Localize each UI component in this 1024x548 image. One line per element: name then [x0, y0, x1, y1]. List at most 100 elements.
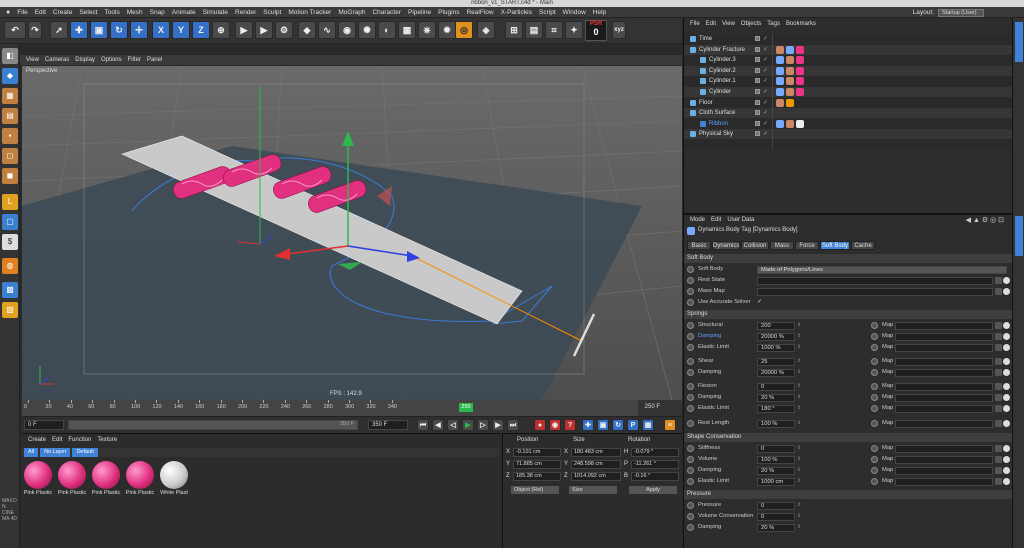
link-menu-icon[interactable]	[995, 277, 1002, 284]
move-tool-icon[interactable]: ✚	[70, 21, 88, 39]
object-row[interactable]: Cylinder ✓	[684, 87, 1013, 97]
map-menu-icon[interactable]	[995, 322, 1002, 329]
animate-key-icon[interactable]	[871, 322, 878, 329]
animate-key-icon[interactable]	[687, 420, 694, 427]
object-tag-icon[interactable]	[796, 88, 804, 96]
play-icon[interactable]: ▶	[462, 419, 474, 431]
object-tag-icon[interactable]	[786, 77, 794, 86]
objects-menu-tags[interactable]: Tags	[767, 21, 780, 27]
map-drop-icon[interactable]	[1003, 333, 1010, 340]
material-swatch[interactable]: Pink Plastic	[90, 461, 122, 497]
map-drop-icon[interactable]	[1003, 369, 1010, 376]
coord-position-field[interactable]: -0.101 cm	[513, 448, 561, 457]
menu-x-particles[interactable]: X-Particles	[501, 7, 532, 18]
animate-key-icon[interactable]	[687, 524, 694, 531]
goto-start-icon[interactable]: ⏮	[417, 419, 429, 431]
soft-body-select[interactable]: Made of Polygons/Lines	[757, 265, 1007, 274]
attr-param-field[interactable]: 20000 %	[757, 332, 795, 341]
position-key-icon[interactable]: ✚	[582, 419, 594, 431]
attr-map-field[interactable]	[895, 477, 993, 486]
map-drop-icon[interactable]	[1003, 344, 1010, 351]
animate-key-icon[interactable]	[687, 456, 694, 463]
material-filter-default[interactable]: Default	[72, 448, 98, 457]
y-axis-button[interactable]: Y	[172, 21, 190, 39]
animate-key-icon[interactable]	[871, 333, 878, 340]
attr-map-field[interactable]	[895, 455, 993, 464]
map-drop-icon[interactable]	[1003, 358, 1010, 365]
render-picture-viewer-icon[interactable]: ▶	[255, 21, 273, 39]
animate-key-icon[interactable]	[687, 266, 694, 273]
attr-param-field[interactable]: 180 °	[757, 404, 795, 413]
animate-key-icon[interactable]	[687, 344, 694, 351]
object-tag-icon[interactable]	[776, 77, 784, 86]
floor-icon[interactable]: ▦	[398, 21, 416, 39]
menu-character[interactable]: Character	[372, 7, 401, 18]
next-key-icon[interactable]: ▶	[492, 419, 504, 431]
attr-param-field[interactable]: 0	[757, 382, 795, 391]
rotate-tool-icon[interactable]: ↻	[110, 21, 128, 39]
python-icon[interactable]: ✦	[565, 21, 583, 39]
x-axis-button[interactable]: X	[152, 21, 170, 39]
animate-key-icon[interactable]	[687, 502, 694, 509]
timeline[interactable]: 250 250 F 0 20 40 60 80 100 120 140 160 180 200 220…	[22, 400, 682, 416]
object-visibility-toggle[interactable]	[755, 67, 760, 73]
snap-icon[interactable]: ⊞	[505, 21, 523, 39]
animate-key-icon[interactable]	[871, 405, 878, 412]
attr-param-field[interactable]: 0	[757, 444, 795, 453]
map-drop-icon[interactable]	[1003, 478, 1010, 485]
map-menu-icon[interactable]	[995, 369, 1002, 376]
stepper-icon[interactable]: ⇕	[797, 455, 801, 464]
object-tag-icon[interactable]	[776, 45, 784, 54]
animate-key-icon[interactable]	[687, 383, 694, 390]
object-row[interactable]: Cylinder.3 ✓	[684, 55, 1013, 65]
object-tag-icon[interactable]	[796, 66, 804, 75]
side-tab-attributes[interactable]	[1015, 216, 1023, 256]
viewport-menu-display[interactable]: Display	[75, 55, 95, 65]
object-name[interactable]: Time	[699, 34, 712, 44]
stepper-icon[interactable]: ⇕	[797, 343, 801, 352]
stepper-icon[interactable]: ⇕	[797, 393, 801, 402]
object-tag-icon[interactable]	[786, 88, 794, 96]
animate-key-icon[interactable]	[871, 467, 878, 474]
animate-key-icon[interactable]	[687, 322, 694, 329]
menu-animate[interactable]: Animate	[172, 7, 196, 18]
map-menu-icon[interactable]	[995, 405, 1002, 412]
object-row[interactable]: Cylinder.2 ✓	[684, 65, 1013, 76]
attr-map-field[interactable]	[895, 466, 993, 475]
max-frame-field[interactable]: 350 F	[340, 421, 354, 427]
attr-map-field[interactable]	[895, 419, 993, 428]
attr-param-field[interactable]: 0	[757, 512, 795, 521]
object-row[interactable]: Cylinder.1 ✓	[684, 76, 1013, 86]
animate-key-icon[interactable]	[871, 358, 878, 365]
map-drop-icon[interactable]	[1003, 456, 1010, 463]
dynamics-icon[interactable]: ◈	[477, 21, 495, 39]
map-menu-icon[interactable]	[995, 456, 1002, 463]
object-visibility-toggle[interactable]	[755, 120, 760, 126]
xyz-lock-icon[interactable]: xyz	[612, 21, 626, 39]
object-visibility-toggle[interactable]	[755, 99, 760, 105]
magnet-icon[interactable]: ◍	[2, 258, 18, 274]
attr-param-field[interactable]: 25	[757, 357, 795, 366]
attr-param-field[interactable]: 20 %	[757, 523, 795, 532]
object-tag-icon[interactable]	[796, 45, 804, 54]
attr-param-field[interactable]: 1000 cm	[757, 477, 795, 486]
param-key-icon[interactable]: P	[627, 419, 639, 431]
object-row[interactable]: Ribbon ✓	[684, 119, 1013, 129]
keyframe-selection-icon[interactable]: ?	[564, 419, 576, 431]
object-row[interactable]: Time ✓	[684, 34, 1013, 44]
viewport-menu-cameras[interactable]: Cameras	[45, 55, 69, 65]
grid-icon[interactable]: ⌗	[545, 21, 563, 39]
light-icon[interactable]: ✹	[438, 21, 456, 39]
stepper-icon[interactable]: ⇕	[797, 321, 801, 330]
object-enabled-check[interactable]: ✓	[763, 129, 768, 139]
attr-param-field[interactable]: 100 %	[757, 419, 795, 428]
locked-workplane-icon[interactable]: ▩	[2, 282, 18, 298]
link-drop-icon[interactable]	[1003, 288, 1010, 295]
object-enabled-check[interactable]: ✓	[763, 34, 768, 44]
animate-key-icon[interactable]	[687, 299, 694, 306]
attr-map-field[interactable]	[895, 343, 993, 352]
stepper-icon[interactable]: ⇕	[797, 523, 801, 532]
object-row[interactable]: Floor ✓	[684, 98, 1013, 108]
coord-position-field[interactable]: 185.38 cm	[513, 472, 561, 481]
material-swatch[interactable]: Pink Plastic	[22, 461, 54, 497]
